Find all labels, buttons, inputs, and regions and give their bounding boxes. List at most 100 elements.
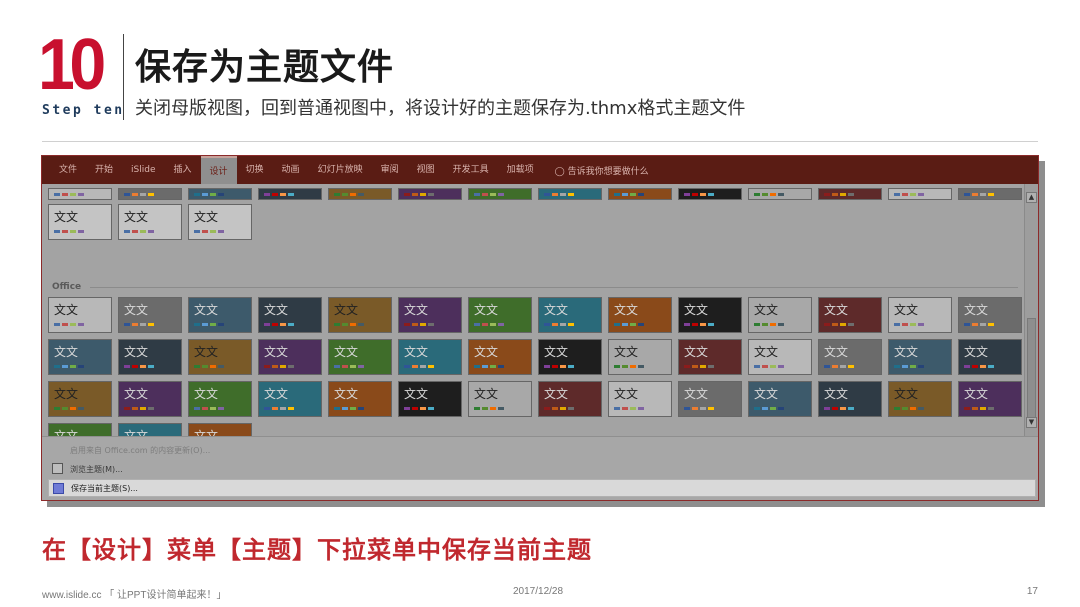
theme-thumbnail[interactable]: 文文 [888, 339, 952, 375]
theme-thumbnail[interactable]: 文文 [468, 339, 532, 375]
theme-thumbnail[interactable]: 文文 [328, 339, 392, 375]
theme-thumbnail[interactable] [188, 188, 252, 200]
theme-color-swatches [544, 193, 574, 196]
theme-thumbnail[interactable]: 文文 [818, 297, 882, 333]
menu-item-browse-themes[interactable]: 浏览主题(M)... [48, 460, 1036, 478]
theme-thumbnail[interactable]: 文文 [258, 297, 322, 333]
menu-item-label: 浏览主题(M)... [70, 464, 123, 474]
theme-color-swatches [334, 365, 364, 368]
theme-color-swatches [824, 323, 854, 326]
theme-thumbnail[interactable]: 文文 [258, 381, 322, 417]
ribbon-tab[interactable]: 幻灯片放映 [309, 156, 372, 184]
theme-thumbnail[interactable]: 文文 [748, 339, 812, 375]
theme-sample-text: 文文 [964, 303, 989, 317]
ribbon-tab[interactable]: 开发工具 [444, 156, 498, 184]
theme-thumbnail[interactable]: 文文 [188, 381, 252, 417]
theme-thumbnail[interactable]: 文文 [818, 339, 882, 375]
theme-thumbnail[interactable]: 文文 [398, 381, 462, 417]
theme-thumbnail[interactable]: 文文 [608, 297, 672, 333]
theme-thumbnail[interactable]: 文文 [888, 381, 952, 417]
theme-thumbnail[interactable]: 文文 [608, 339, 672, 375]
theme-thumbnail[interactable]: 文文 [678, 297, 742, 333]
theme-thumbnail[interactable]: 文文 [538, 381, 602, 417]
ribbon-tab[interactable]: 加载项 [498, 156, 543, 184]
ribbon-tab[interactable]: iSlide [122, 156, 164, 184]
theme-sample-text: 文文 [474, 303, 499, 317]
theme-color-swatches [684, 407, 714, 410]
theme-row-partial [48, 188, 1022, 200]
theme-thumbnail[interactable] [328, 188, 392, 200]
scroll-up-icon[interactable]: ▲ [1026, 192, 1037, 203]
theme-thumbnail[interactable] [608, 188, 672, 200]
theme-thumbnail[interactable] [48, 188, 112, 200]
theme-sample-text: 文文 [614, 345, 639, 359]
theme-thumbnail[interactable]: 文文 [888, 297, 952, 333]
theme-thumbnail[interactable]: 文文 [678, 381, 742, 417]
theme-thumbnail[interactable]: 文文 [48, 297, 112, 333]
ribbon-tab[interactable]: 开始 [86, 156, 122, 184]
theme-thumbnail[interactable] [538, 188, 602, 200]
ribbon-tab[interactable]: 视图 [408, 156, 444, 184]
theme-color-swatches [754, 323, 784, 326]
ribbon-tab[interactable]: 设计 [200, 156, 237, 184]
theme-thumbnail[interactable]: 文文 [678, 339, 742, 375]
ribbon-tab[interactable]: 动画 [273, 156, 309, 184]
menu-item-save-current-theme[interactable]: 保存当前主题(S)... [48, 479, 1036, 497]
tell-me-search[interactable]: ◯ 告诉我你想要做什么 [543, 164, 649, 177]
theme-thumbnail[interactable]: 文文 [118, 204, 182, 240]
theme-thumbnail[interactable]: 文文 [48, 381, 112, 417]
theme-thumbnail[interactable]: 文文 [188, 297, 252, 333]
theme-sample-text: 文文 [544, 345, 569, 359]
theme-color-swatches [894, 193, 924, 196]
theme-sample-text: 文文 [544, 303, 569, 317]
theme-thumbnail[interactable]: 文文 [328, 297, 392, 333]
theme-thumbnail[interactable]: 文文 [958, 339, 1022, 375]
theme-thumbnail[interactable]: 文文 [118, 297, 182, 333]
theme-thumbnail[interactable]: 文文 [258, 339, 322, 375]
theme-thumbnail[interactable]: 文文 [48, 339, 112, 375]
theme-thumbnail[interactable]: 文文 [188, 204, 252, 240]
theme-thumbnail[interactable] [748, 188, 812, 200]
theme-thumbnail[interactable]: 文文 [118, 381, 182, 417]
ribbon-tab[interactable]: 切换 [237, 156, 273, 184]
theme-thumbnail[interactable]: 文文 [118, 339, 182, 375]
theme-thumbnail[interactable] [678, 188, 742, 200]
ribbon-tab[interactable]: 文件 [50, 156, 86, 184]
theme-thumbnail[interactable]: 文文 [468, 297, 532, 333]
folder-icon [52, 463, 63, 474]
theme-thumbnail[interactable]: 文文 [538, 339, 602, 375]
theme-sample-text: 文文 [684, 303, 709, 317]
theme-thumbnail[interactable]: 文文 [608, 381, 672, 417]
theme-thumbnail[interactable]: 文文 [748, 297, 812, 333]
theme-color-swatches [264, 365, 294, 368]
theme-thumbnail[interactable]: 文文 [188, 339, 252, 375]
theme-thumbnail[interactable]: 文文 [468, 381, 532, 417]
theme-thumbnail[interactable]: 文文 [398, 339, 462, 375]
theme-color-swatches [474, 193, 504, 196]
theme-color-swatches [404, 365, 434, 368]
theme-thumbnail[interactable]: 文文 [398, 297, 462, 333]
theme-thumbnail[interactable]: 文文 [328, 381, 392, 417]
theme-thumbnail[interactable] [258, 188, 322, 200]
theme-thumbnail[interactable]: 文文 [748, 381, 812, 417]
scroll-down-icon[interactable]: ▼ [1026, 417, 1037, 428]
theme-thumbnail[interactable]: 文文 [818, 381, 882, 417]
scroll-thumb[interactable] [1027, 318, 1036, 418]
theme-thumbnail[interactable] [818, 188, 882, 200]
ribbon-tab[interactable]: 审阅 [372, 156, 408, 184]
theme-thumbnail[interactable] [888, 188, 952, 200]
theme-thumbnail[interactable]: 文文 [48, 204, 112, 240]
theme-thumbnail[interactable] [468, 188, 532, 200]
theme-thumbnail[interactable]: 文文 [958, 381, 1022, 417]
theme-thumbnail[interactable]: 文文 [538, 297, 602, 333]
footer-date: 2017/12/28 [513, 586, 564, 597]
theme-thumbnail[interactable] [118, 188, 182, 200]
theme-thumbnail[interactable]: 文文 [958, 297, 1022, 333]
theme-color-swatches [894, 323, 924, 326]
theme-thumbnail[interactable] [398, 188, 462, 200]
theme-color-swatches [824, 365, 854, 368]
theme-sample-text: 文文 [754, 345, 779, 359]
ribbon-tab[interactable]: 插入 [165, 156, 201, 184]
theme-thumbnail[interactable] [958, 188, 1022, 200]
gallery-scrollbar[interactable]: ▲ ▼ [1024, 184, 1038, 436]
